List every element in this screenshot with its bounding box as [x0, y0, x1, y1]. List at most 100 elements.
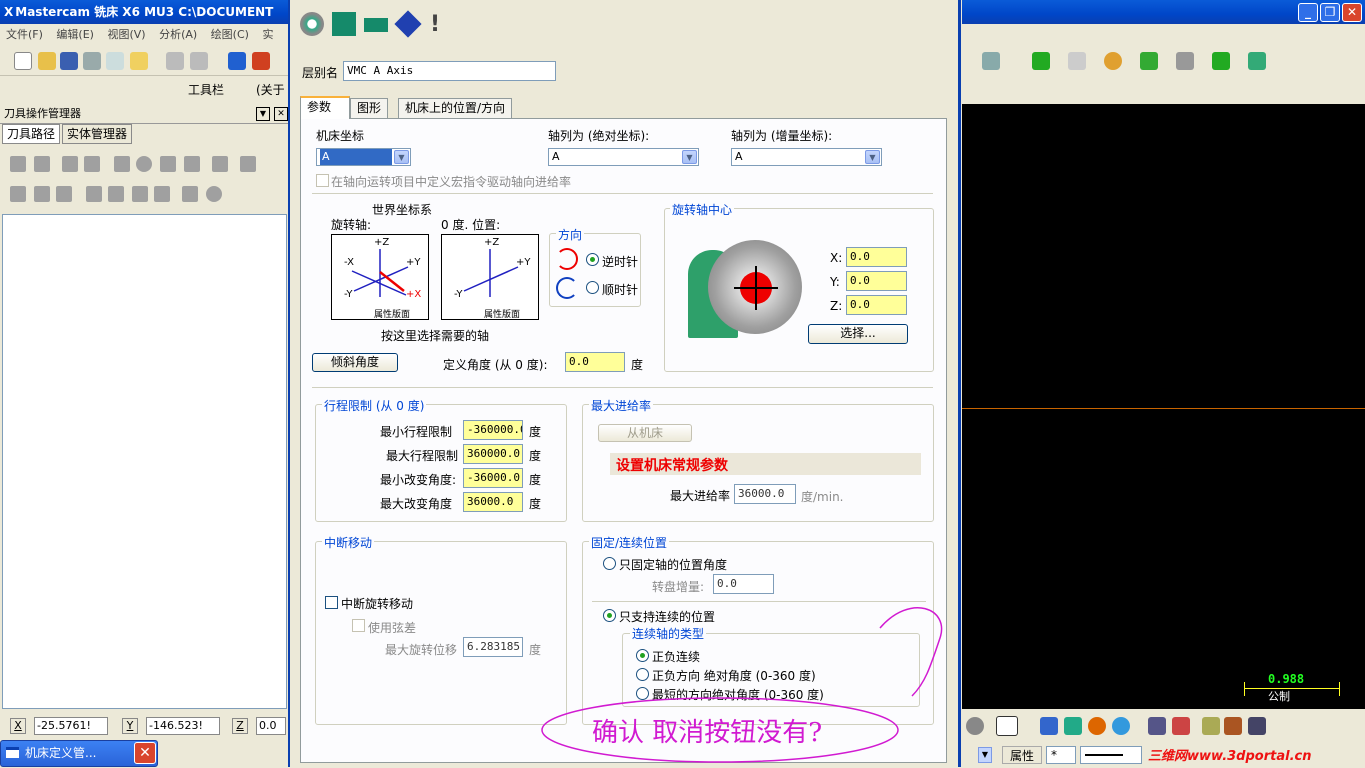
menu-view[interactable]: 视图(V) — [107, 28, 145, 41]
menu-edit[interactable]: 编辑(E) — [56, 28, 94, 41]
chevron-down-icon[interactable]: ▼ — [865, 150, 880, 164]
dropdown-arrow-icon[interactable]: ▼ — [978, 747, 992, 763]
ccw-radio[interactable] — [586, 253, 599, 266]
backplot-icon[interactable] — [114, 156, 130, 172]
select-all-icon[interactable] — [10, 156, 26, 172]
x-coord-label[interactable]: X — [10, 718, 26, 734]
arc-icon[interactable] — [1104, 52, 1122, 70]
line-weight-select[interactable] — [1080, 746, 1142, 764]
axis-inc-select[interactable]: A ▼ — [731, 148, 882, 166]
axis-abs-select[interactable]: A ▼ — [548, 148, 699, 166]
minimize-button[interactable]: _ — [1298, 3, 1318, 22]
tab-graphics[interactable]: 图形 — [350, 98, 389, 118]
y-coord-label[interactable]: Y — [122, 718, 138, 734]
warning-icon[interactable]: ! — [430, 12, 440, 37]
render-icon[interactable] — [252, 52, 270, 70]
verify-solid-icon[interactable] — [1088, 717, 1106, 735]
rotary-axis-picker[interactable]: +Z -X +Y -Y +X 属性版面 — [331, 234, 429, 320]
save-icon[interactable] — [60, 52, 78, 70]
tilt-angle-button[interactable]: 倾斜角度 — [312, 353, 398, 372]
display-toolpaths-icon[interactable] — [206, 186, 222, 202]
component-icon[interactable] — [394, 10, 422, 38]
menu-more[interactable]: 实 — [262, 28, 273, 41]
regen-icon[interactable] — [62, 156, 78, 172]
lock-icon[interactable] — [10, 186, 26, 202]
menu-create[interactable]: 绘图(C) — [211, 28, 249, 41]
single-display-icon[interactable] — [182, 186, 198, 202]
menu-analyze[interactable]: 分析(A) — [159, 28, 197, 41]
print-icon[interactable] — [83, 52, 101, 70]
pen-icon[interactable] — [1224, 717, 1242, 735]
shade-icon[interactable] — [1040, 717, 1058, 735]
center-y-input[interactable]: 0.0 — [846, 271, 907, 291]
properties-button[interactable]: 属性 — [1002, 746, 1042, 764]
move-up-icon[interactable] — [108, 186, 124, 202]
graphics-viewport[interactable] — [962, 104, 1365, 709]
solid-icon[interactable] — [1248, 52, 1266, 70]
center-x-input[interactable]: 0.0 — [846, 247, 907, 267]
menu-file[interactable]: 文件(F) — [6, 28, 43, 41]
tab-position-orientation[interactable]: 机床上的位置/方向 — [398, 98, 513, 118]
stack-icon[interactable] — [1248, 717, 1266, 735]
nc-icon[interactable] — [1172, 717, 1190, 735]
slide-icon[interactable] — [364, 18, 388, 32]
tab-toolpaths[interactable]: 刀具路径 — [2, 124, 61, 144]
min-travel-input[interactable]: -360000.0 — [463, 420, 523, 440]
print-preview-icon[interactable] — [106, 52, 124, 70]
highfeed-icon[interactable] — [184, 156, 200, 172]
linear-axis-icon[interactable] — [332, 12, 356, 36]
toggle-post-icon[interactable] — [56, 186, 72, 202]
min-change-input[interactable]: -36000.0 — [463, 468, 523, 488]
shade2-icon[interactable] — [1064, 717, 1082, 735]
close-button[interactable]: ✕ — [1342, 3, 1362, 22]
select-center-button[interactable]: 选择... — [808, 324, 908, 344]
rotary-axis-icon[interactable] — [300, 12, 324, 36]
line-icon[interactable] — [1068, 52, 1086, 70]
point-icon[interactable] — [1032, 52, 1050, 70]
define-angle-input[interactable]: 0.0 — [565, 352, 625, 372]
max-rot-input[interactable]: 6.283185 — [463, 637, 523, 657]
toggle-display-icon[interactable] — [34, 186, 50, 202]
tab-parameters[interactable]: 参数 — [300, 96, 350, 119]
panel-close-icon[interactable]: ✕ — [274, 107, 288, 121]
chevron-down-icon[interactable]: ▼ — [682, 150, 697, 164]
post-icon[interactable] — [160, 156, 176, 172]
undo-icon[interactable] — [166, 52, 184, 70]
post-process-icon[interactable] — [1148, 717, 1166, 735]
machine-coord-select[interactable]: A ▼ — [316, 148, 411, 166]
chord-checkbox[interactable] — [352, 619, 365, 632]
panel-dropdown-icon[interactable]: ▼ — [256, 107, 270, 121]
max-change-input[interactable]: 36000.0 — [463, 492, 523, 512]
move-icon[interactable] — [228, 52, 246, 70]
select-dirty-icon[interactable] — [34, 156, 50, 172]
view-cube-icon[interactable] — [982, 52, 1000, 70]
from-machine-button[interactable]: 从机床 — [598, 424, 692, 442]
wireframe-icon[interactable] — [966, 717, 984, 735]
z-coord-value[interactable]: 0.0 — [256, 717, 286, 735]
line-style-select[interactable]: * — [1046, 746, 1076, 764]
taskbar-close-icon[interactable]: ✕ — [134, 742, 156, 764]
tab-solids[interactable]: 实体管理器 — [62, 124, 133, 144]
max-feed-input[interactable]: 36000.0 — [734, 484, 796, 504]
cw-radio[interactable] — [586, 281, 599, 294]
center-z-input[interactable]: 0.0 — [846, 295, 907, 315]
scroll-icon[interactable] — [154, 186, 170, 202]
max-travel-input[interactable]: 360000.0 — [463, 444, 523, 464]
table-inc-input[interactable]: 0.0 — [713, 574, 774, 594]
hint-icon[interactable] — [130, 52, 148, 70]
help-topic-icon[interactable] — [996, 716, 1018, 736]
z-coord-label[interactable]: Z — [232, 718, 248, 734]
redo-icon[interactable] — [190, 52, 208, 70]
insert-arrow-icon[interactable] — [132, 186, 148, 202]
move-down-icon[interactable] — [86, 186, 102, 202]
fillet-icon[interactable] — [1176, 52, 1194, 70]
backplot-solid-icon[interactable] — [1112, 717, 1130, 735]
restore-button[interactable]: ❐ — [1320, 3, 1340, 22]
layer-name-input[interactable]: VMC A Axis — [343, 61, 556, 81]
macro-checkbox[interactable] — [316, 174, 329, 187]
about-label[interactable]: (关于 — [256, 78, 285, 102]
fixed-only-radio[interactable] — [603, 557, 616, 570]
break-rotation-checkbox[interactable] — [325, 596, 338, 609]
delete-ops-icon[interactable] — [212, 156, 228, 172]
new-file-icon[interactable] — [14, 52, 32, 70]
